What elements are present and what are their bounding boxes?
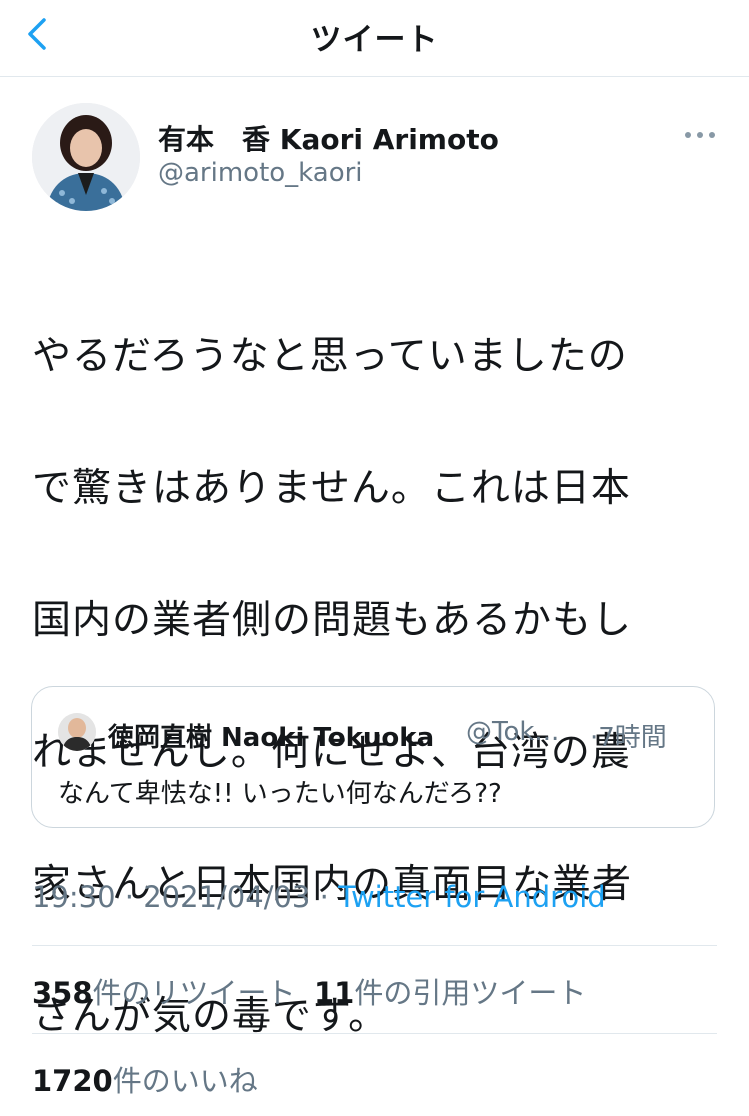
author-avatar[interactable] — [32, 103, 140, 211]
tweet-timestamp: 19:30 · 2021/04/03 · — [32, 880, 339, 914]
more-options-icon[interactable] — [680, 122, 720, 148]
top-bar: ツイート — [0, 0, 749, 77]
quoted-time: ·7時間 — [590, 723, 667, 753]
quote-count[interactable]: 11 — [314, 976, 354, 1010]
tweet-meta: 19:30 · 2021/04/03 · Twitter for Android — [32, 880, 606, 914]
quoted-tweet-card[interactable]: 徳岡直樹 Naoki Tokuoka @Tok... ·7時間 なんて卑怯な!!… — [31, 686, 715, 828]
engagement-stats: 358件のリツイート 11件の引用ツイート — [32, 970, 586, 1012]
retweet-label[interactable]: 件のリツイート — [93, 976, 296, 1010]
tweet-text-line: やるだろうなと思っていましたの — [32, 334, 628, 379]
retweet-count[interactable]: 358 — [32, 976, 93, 1010]
page-title: ツイート — [310, 22, 439, 58]
quoted-author-name: 徳岡直樹 Naoki Tokuoka — [108, 723, 435, 753]
divider — [32, 1033, 717, 1034]
quoted-author-avatar — [58, 713, 96, 751]
tweet-text-line: で驚きはありません。これは日本 — [32, 466, 631, 511]
quoted-text: なんて卑怯な!! いったい何なんだろ?? — [58, 779, 502, 809]
quoted-author-handle: @Tok... — [466, 717, 560, 747]
like-label[interactable]: 件のいいね — [113, 1064, 258, 1098]
divider — [32, 945, 717, 946]
tweet-source-link[interactable]: Twitter for Android — [338, 880, 606, 914]
likes-stats: 1720件のいいね — [32, 1058, 258, 1100]
tweet-text-line: 国内の業者側の問題もあるかもし — [32, 598, 633, 643]
quote-label[interactable]: 件の引用ツイート — [354, 976, 586, 1010]
like-count[interactable]: 1720 — [32, 1064, 113, 1098]
author-display-name[interactable]: 有本 香 Kaori Arimoto — [158, 118, 499, 158]
author-handle[interactable]: @arimoto_kaori — [158, 158, 363, 188]
